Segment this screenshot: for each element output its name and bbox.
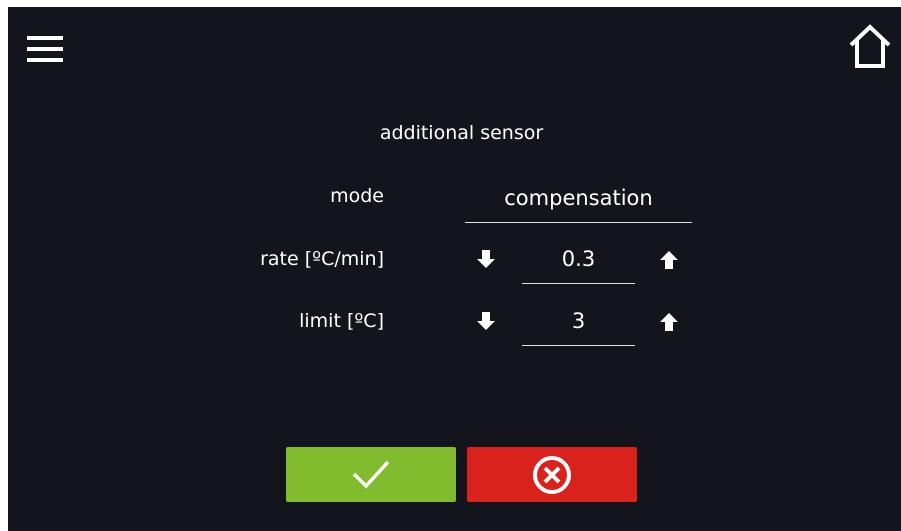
menu-icon-bar [27,47,63,51]
menu-icon-bar [27,58,63,62]
menu-icon-bar [27,36,63,40]
rate-increase-arrow-up-icon[interactable] [657,248,681,272]
limit-increase-arrow-up-icon[interactable] [657,310,681,334]
home-icon[interactable] [846,22,894,70]
screen-title: additional sensor [379,122,544,144]
settings-screen: additional sensor mode compensation rate… [8,7,901,531]
menu-button[interactable] [27,36,63,62]
limit-label: limit [ºC] [299,310,384,332]
circled-x-icon [533,456,571,494]
cancel-button[interactable] [467,447,637,502]
limit-decrease-arrow-down-icon[interactable] [474,309,498,333]
checkmark-icon [352,460,390,489]
rate-decrease-arrow-down-icon[interactable] [474,247,498,271]
rate-value-field[interactable]: 0.3 [522,243,635,284]
rate-label: rate [ºC/min] [260,248,384,270]
confirm-button[interactable] [286,447,456,502]
mode-label: mode [330,185,384,207]
mode-select[interactable]: compensation [465,182,692,223]
limit-value-field[interactable]: 3 [522,305,635,346]
